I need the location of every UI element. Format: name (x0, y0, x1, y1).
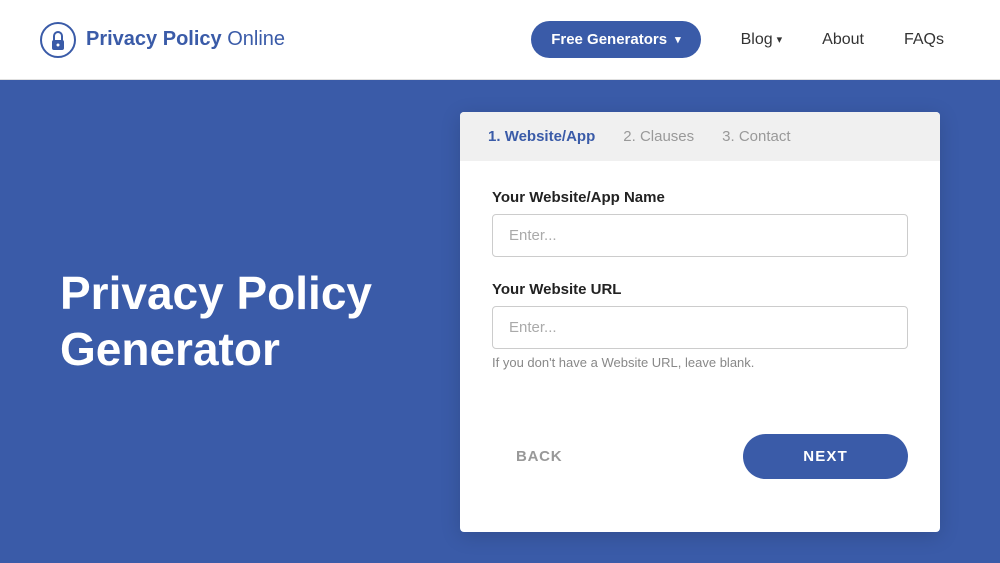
url-field-group: Your Website URL If you don't have a Web… (492, 281, 908, 370)
header: Privacy Policy Online Free Generators ▾ … (0, 0, 1000, 80)
chevron-down-icon: ▾ (675, 33, 681, 46)
url-field-label: Your Website URL (492, 281, 908, 298)
name-field-label: Your Website/App Name (492, 189, 908, 206)
logo-area: Privacy Policy Online (40, 22, 531, 58)
free-generators-label: Free Generators (551, 31, 667, 48)
step-1: 1. Website/App (488, 128, 595, 145)
website-name-input[interactable] (492, 214, 908, 257)
nav-area: Free Generators ▾ Blog ▾ About FAQs (531, 21, 960, 58)
back-button[interactable]: BACK (492, 436, 586, 477)
url-hint: If you don't have a Website URL, leave b… (492, 355, 908, 370)
logo-text: Privacy Policy Online (86, 28, 285, 51)
step-3-number: 3. (722, 128, 735, 145)
nav-blog-link[interactable]: Blog ▾ (725, 23, 799, 57)
form-steps: 1. Website/App 2. Clauses 3. Contact (460, 112, 940, 161)
free-generators-button[interactable]: Free Generators ▾ (531, 21, 700, 58)
step-1-label: Website/App (505, 128, 596, 145)
logo-bold: Privacy Policy (86, 28, 222, 50)
hero-title: Privacy Policy Generator (60, 266, 460, 376)
form-actions: BACK NEXT (460, 422, 940, 507)
step-3: 3. Contact (722, 128, 790, 145)
nav-about-link[interactable]: About (806, 23, 880, 57)
step-3-label: Contact (739, 128, 791, 145)
nav-about-label: About (822, 31, 864, 49)
lock-icon (40, 22, 76, 58)
next-button[interactable]: NEXT (743, 434, 908, 479)
nav-blog-label: Blog (741, 31, 773, 49)
step-2: 2. Clauses (623, 128, 694, 145)
main-section: Privacy Policy Generator 1. Website/App … (0, 80, 1000, 563)
step-2-label: Clauses (640, 128, 694, 145)
nav-faqs-link[interactable]: FAQs (888, 23, 960, 57)
nav-faqs-label: FAQs (904, 31, 944, 49)
form-body: Your Website/App Name Your Website URL I… (460, 161, 940, 422)
blog-chevron-icon: ▾ (777, 33, 783, 46)
step-2-number: 2. (623, 128, 636, 145)
logo-regular: Online (222, 28, 285, 50)
name-field-group: Your Website/App Name (492, 189, 908, 257)
step-1-number: 1. (488, 128, 501, 145)
website-url-input[interactable] (492, 306, 908, 349)
form-card: 1. Website/App 2. Clauses 3. Contact You… (460, 112, 940, 532)
